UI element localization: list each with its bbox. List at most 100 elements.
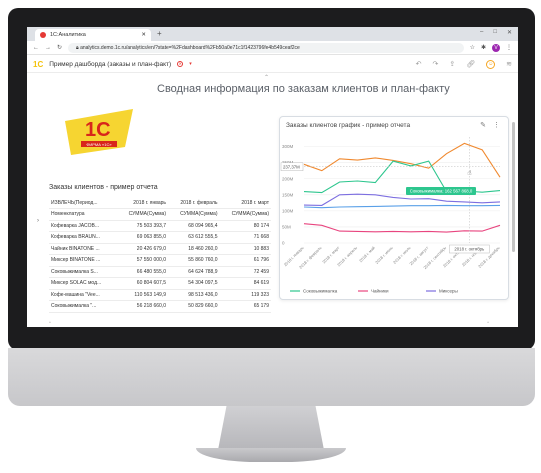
more-options-icon[interactable]: ⋮	[493, 121, 500, 129]
table-cell: 54 304 097,5	[168, 277, 220, 290]
url-field[interactable]: 🔒︎ analytics.demo.1c.ru/analytics/en/?st…	[68, 42, 464, 53]
column-header[interactable]: 2018 г. февраль	[168, 197, 220, 209]
profile-avatar[interactable]: V	[492, 43, 500, 52]
table-cell: Миксер SOLAC мод...	[49, 277, 117, 290]
tooltip-text: Соковыжималка: 162 567 868,0	[410, 189, 473, 194]
column-header[interactable]: Номенклатура	[49, 208, 117, 221]
series-line[interactable]	[303, 193, 501, 206]
series-line[interactable]	[303, 204, 501, 209]
orders-table: ИЗВЛЕЧЬ(Период... 2018 г. январь 2018 г.…	[49, 197, 271, 313]
close-tab-icon[interactable]: ✕	[141, 32, 146, 38]
table-header-row: ИЗВЛЕЧЬ(Период... 2018 г. январь 2018 г.…	[49, 197, 271, 209]
table-cell: 50 829 660,0	[168, 300, 220, 313]
x-tick-label: 2018 г. июнь	[374, 245, 394, 265]
table-cell: 69 063 855,0	[116, 231, 168, 244]
table-cell: 56 218 660,0	[116, 300, 168, 313]
header-toolbar: ↶ ↷ ⇪ 🔗︎ ☺ ≋	[416, 59, 512, 69]
table-row[interactable]: Чайник BINATONE ... 20 426 679,0 18 460 26…	[49, 243, 271, 255]
app-header: 1С Пример дашборда (заказы и план-факт) …	[27, 56, 518, 73]
table-cell: Кофе-машина "Vee...	[49, 289, 117, 301]
table-cell: 57 550 000,0	[116, 254, 168, 267]
app-logo-text: 1С	[33, 59, 44, 69]
table-row[interactable]: Миксер SOLAC мод... 60 804 607,5 54 304 09…	[49, 277, 271, 290]
table-cell: 68 094 965,4	[168, 220, 220, 232]
brand-logo-caption: ФИРМА «1С»	[86, 142, 112, 147]
monitor-chin	[8, 348, 535, 406]
table-cell: Соковыжималка "...	[49, 300, 117, 313]
table-row[interactable]: Соковыжималка "... 56 218 660,0 50 829 660…	[49, 300, 271, 313]
crosshair-x-label: 2018 г. октябрь	[454, 247, 485, 252]
y-tick-label: 50M	[282, 224, 291, 229]
table-cell: 84 619	[219, 277, 271, 290]
table-cell: 71 668	[219, 231, 271, 244]
close-window-icon[interactable]: ✕	[507, 29, 512, 36]
table-cell: 110 563 149,9	[116, 289, 168, 301]
chart-title: Заказы клиентов график - пример отчета	[286, 122, 411, 129]
redo-icon[interactable]: ↷	[432, 60, 438, 68]
table-row[interactable]: Соковыжималка S... 66 480 555,0 64 624 788…	[49, 266, 271, 278]
column-header[interactable]: 2018 г. март	[219, 197, 271, 209]
link-icon[interactable]: 🔗︎	[466, 60, 475, 68]
next-widgets-row: ▫ ▫	[49, 320, 489, 326]
collapse-chevron-icon[interactable]: ⌃	[264, 74, 269, 81]
favicon-icon	[40, 32, 46, 38]
bookmark-star-icon[interactable]: ☆	[470, 44, 475, 51]
table-cell: 60 804 607,5	[116, 277, 168, 290]
series-line[interactable]	[303, 223, 501, 233]
user-avatar-icon[interactable]: ☺	[486, 59, 496, 69]
chevron-down-icon[interactable]: ▾	[189, 61, 192, 67]
column-header[interactable]: СУММА(Сумма)	[116, 208, 168, 221]
table-header-row: Номенклатура СУММА(Сумма) СУММА(Сумма) С…	[49, 208, 271, 221]
browser-tab[interactable]: 1С:Аналитика ✕	[35, 29, 151, 41]
y-tick-label: 0	[282, 241, 285, 246]
monitor-stand-neck	[218, 406, 324, 450]
table-cell: 119 323	[219, 289, 271, 301]
crosshair-y-label: 237,37М	[283, 164, 300, 169]
column-header[interactable]: 2018 г. январь	[116, 197, 168, 209]
table-cell: 63 612 555,5	[168, 231, 220, 244]
table-row[interactable]: Кофе-машина "Vee... 110 563 149,9 98 513 4…	[49, 289, 271, 301]
url-text: analytics.demo.1c.ru/analytics/en/?state…	[80, 44, 300, 51]
table-row[interactable]: Кофеварка JACOB... 75 503 393,7 68 094 965…	[49, 220, 271, 232]
column-header[interactable]: СУММА(Сумма)	[219, 208, 271, 221]
share-icon[interactable]: ⇪	[449, 60, 455, 68]
table-cell: Чайник BINATONE ...	[49, 243, 117, 255]
table-row[interactable]: Миксер BINATONE ... 57 550 000,0 55 860 76…	[49, 254, 271, 267]
app-logo[interactable]: 1С	[33, 60, 43, 69]
extensions-icon[interactable]: ✱	[481, 44, 486, 51]
table-cell: Соковыжималка S...	[49, 266, 117, 278]
column-header[interactable]: ИЗВЛЕЧЬ(Период...	[49, 197, 117, 209]
brand-logo: 1С ФИРМА «1С»	[65, 109, 133, 155]
table-cell: Кофеварка JACOB...	[49, 220, 117, 232]
legend-item[interactable]: Миксеры	[439, 289, 458, 294]
forward-icon[interactable]: →	[45, 45, 51, 51]
table-cell: 98 513 436,0	[168, 289, 220, 301]
legend-item[interactable]: Соковыжималка	[303, 289, 338, 294]
vertical-scrollbar[interactable]	[512, 122, 515, 252]
line-chart[interactable]: 050M100M150M200M250M300M2018 г. январь20…	[280, 131, 508, 299]
browser-menu-icon[interactable]: ⋮	[506, 44, 512, 51]
brand-logo-mark: 1С	[85, 119, 111, 141]
reload-icon[interactable]: ↻	[57, 44, 62, 51]
expand-row-icon[interactable]: ›	[37, 218, 39, 224]
undo-icon[interactable]: ↶	[416, 60, 422, 68]
dashboard-title: Сводная информация по заказам клиентов и…	[157, 83, 450, 95]
table-cell: 72 459	[219, 266, 271, 278]
edit-pencil-icon[interactable]: ✎	[480, 121, 486, 129]
table-cell: 64 624 788,9	[168, 266, 220, 278]
chart-panel[interactable]: Заказы клиентов график - пример отчета ✎…	[279, 116, 509, 300]
table-row[interactable]: Кофеварка BRAUN... 69 063 855,0 63 612 555…	[49, 231, 271, 244]
table-cell: Кофеварка BRAUN...	[49, 231, 117, 244]
table-cell: 66 480 555,0	[116, 266, 168, 278]
new-tab-button[interactable]: +	[157, 29, 162, 38]
minimize-icon[interactable]: –	[480, 29, 483, 36]
menu-icon[interactable]: ≋	[506, 60, 512, 68]
maximize-icon[interactable]: □	[493, 29, 497, 36]
column-header[interactable]: СУММА(Сумма)	[168, 208, 220, 221]
dashboard-dropdown-icon[interactable]: ✕	[177, 61, 184, 67]
dashboard-name[interactable]: Пример дашборда (заказы и план-факт)	[49, 61, 171, 68]
back-icon[interactable]: ←	[33, 45, 39, 51]
widget-stub-left: ▫	[49, 320, 51, 326]
legend-item[interactable]: Чайники	[371, 288, 389, 294]
table-cell: 10 883	[219, 243, 271, 255]
